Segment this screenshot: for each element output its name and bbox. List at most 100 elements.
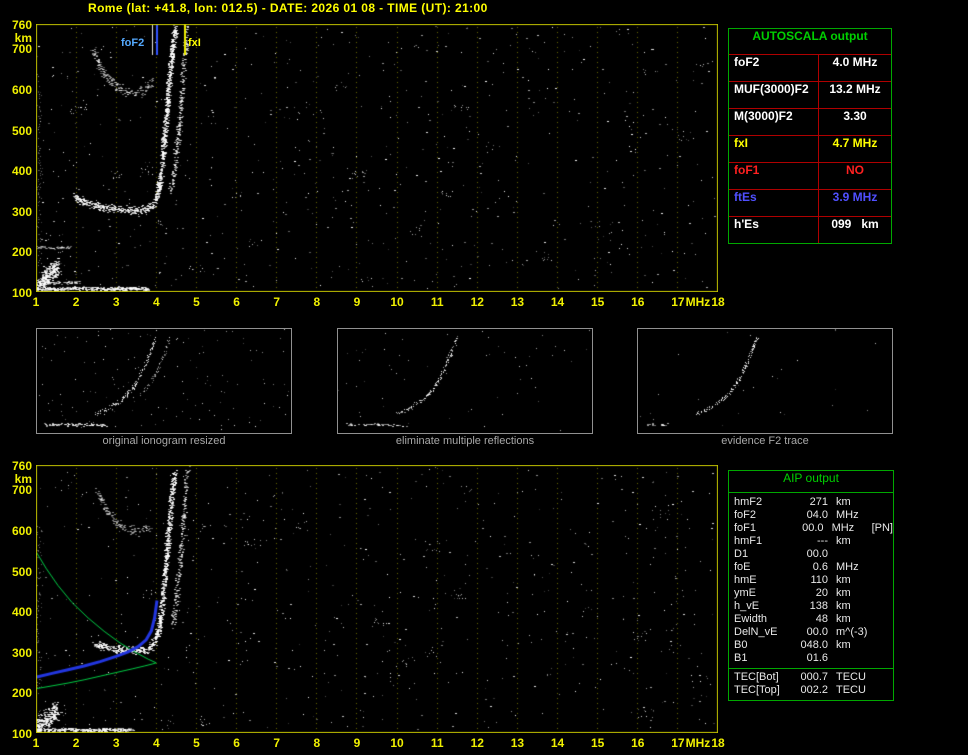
y-axis-tick: 600 [11, 523, 32, 538]
x-axis-tick: 11 [430, 295, 444, 309]
y-axis-tick: 760 [11, 459, 32, 473]
autoscala-row-label: h'Es [729, 217, 819, 243]
x-axis-tick: 12 [470, 295, 484, 309]
aip-cell [878, 561, 893, 574]
aip-cell [878, 574, 893, 587]
autoscala-table-title: AUTOSCALA output [752, 29, 868, 43]
aip-cell: 00.0 [806, 548, 828, 560]
autoscala-screen: Rome (lat: +41.8, lon: 012.5) - DATE: 20… [0, 0, 968, 755]
aip-cell: 110 [810, 574, 828, 586]
autoscala-row-fxi: fxI 4.7 MHz [729, 135, 891, 162]
autoscala-row-fof2: foF2 4.0 MHz [729, 54, 891, 81]
x-axis-tick: 4 [153, 736, 160, 750]
aip-cell: km [836, 600, 851, 612]
aip-cell: TEC[Bot] [734, 671, 779, 683]
x-axis-tick: 7 [273, 736, 281, 750]
autoscala-row-value: 099 km [831, 217, 879, 231]
aip-cell: h_vE [734, 600, 760, 612]
y-axis-tick: 400 [11, 164, 32, 179]
autoscala-row-label: foF1 [729, 163, 819, 189]
aip-row-hmf2: hmF2 271 km [729, 496, 893, 509]
x-axis-tick: 15 [590, 295, 605, 309]
aip-cell: m^(-3) [836, 626, 868, 638]
aip-cell [878, 496, 893, 509]
aip-cell: hmF1 [734, 535, 763, 547]
x-axis-tick: 7 [273, 295, 281, 309]
aip-cell [828, 548, 878, 561]
aip-cell [878, 509, 893, 522]
aip-cell: km [836, 587, 851, 599]
aip-cell: TECU [836, 684, 866, 696]
aip-cell: 04.0 [806, 509, 828, 521]
aip-cell [828, 652, 878, 665]
aip-cell: 00.0 [806, 626, 828, 638]
y-axis-tick: 300 [11, 645, 32, 660]
y-axis-tick: 200 [11, 245, 32, 260]
aip-row-foe: foE 0.6 MHz [729, 561, 893, 574]
aip-cell: km [836, 535, 851, 547]
aip-cell [878, 671, 893, 684]
aip-cell: km [836, 613, 851, 625]
x-axis-tick: 2 [72, 736, 80, 750]
aip-table: AIP output hmF2 271 km foF2 04.0 MHz foF1 00.0 M… [728, 470, 894, 701]
foF2-marker-label: foF2 [121, 37, 145, 49]
x-axis-tick: 13 [510, 736, 525, 750]
x-axis-tick: 11 [430, 736, 444, 750]
aip-cell: TECU [836, 671, 866, 683]
autoscala-row-value: 13.2 MHz [829, 82, 881, 96]
autoscala-row-label: ftEs [729, 190, 819, 216]
x-axis-unit-label: MHz [685, 736, 711, 750]
x-axis-tick: 16 [631, 736, 645, 750]
x-axis-unit-label: MHz [685, 295, 711, 309]
aip-cell: MHz [831, 522, 855, 534]
thumbnail-eliminate-reflections [337, 328, 593, 434]
aip-tec-rows: TEC[Bot] 000.7 TECU TEC[Top] 002.2 TECU [729, 668, 893, 697]
x-axis-tick: 14 [550, 295, 565, 309]
y-axis-tick: 760 [11, 18, 32, 32]
thumbnail-caption-evidence: evidence F2 trace [721, 435, 809, 447]
aip-row-hme: hmE 110 km [729, 574, 893, 587]
autoscala-row-hes: h'Es 099 km [729, 216, 891, 243]
aip-cell: ymE [734, 587, 756, 599]
thumbnail-caption-original: original ionogram resized [102, 435, 226, 447]
x-axis-tick: 3 [112, 295, 120, 309]
aip-row-tecbot: TEC[Bot] 000.7 TECU [729, 671, 893, 684]
y-axis-tick: 200 [11, 686, 32, 701]
y-axis-unit-label: km [14, 472, 32, 486]
aip-cell [878, 639, 893, 652]
x-axis-tick: 10 [390, 736, 404, 750]
aip-cell [878, 626, 893, 639]
aip-cell [878, 548, 893, 561]
ionogram-top-canvas [36, 24, 718, 292]
aip-cell: 48 [815, 613, 828, 625]
x-axis-tick: 9 [353, 295, 361, 309]
aip-cell [878, 600, 893, 613]
aip-cell: 01.6 [806, 652, 828, 664]
aip-cell [878, 684, 893, 697]
ionogram-bottom-canvas [36, 465, 718, 733]
aip-row-b0: B0 048.0 km [729, 639, 893, 652]
aip-table-rows: hmF2 271 km foF2 04.0 MHz foF1 00.0 MHz [PN] hmF1-… [729, 496, 893, 665]
x-axis-tick: 3 [112, 736, 120, 750]
x-axis-tick: 8 [313, 736, 321, 750]
x-axis-tick: 10 [390, 295, 404, 309]
x-axis-tick: 6 [233, 736, 240, 750]
thumbnail-evidence-f2-trace [637, 328, 893, 434]
aip-cell: 20 [815, 587, 828, 599]
aip-cell: km [836, 574, 851, 586]
aip-cell: D1 [734, 548, 749, 560]
y-axis-tick: 300 [11, 204, 32, 219]
y-axis-unit-label: km [14, 31, 32, 45]
aip-cell: B1 [734, 652, 748, 664]
x-axis-tick: 15 [590, 736, 605, 750]
aip-cell: foF1 [734, 522, 757, 534]
y-axis-tick: 500 [11, 564, 32, 579]
autoscala-row-ftes: ftEs 3.9 MHz [729, 189, 891, 216]
aip-cell [878, 535, 893, 548]
autoscala-row-label: foF2 [729, 55, 819, 81]
y-axis-tick: 400 [11, 605, 32, 620]
aip-cell: DelN_vE [734, 626, 778, 638]
x-axis-tick: 5 [193, 736, 200, 750]
aip-cell: 271 [809, 496, 828, 508]
autoscala-table: AUTOSCALA output foF2 4.0 MHz MUF(3000)F2 1… [728, 28, 892, 244]
